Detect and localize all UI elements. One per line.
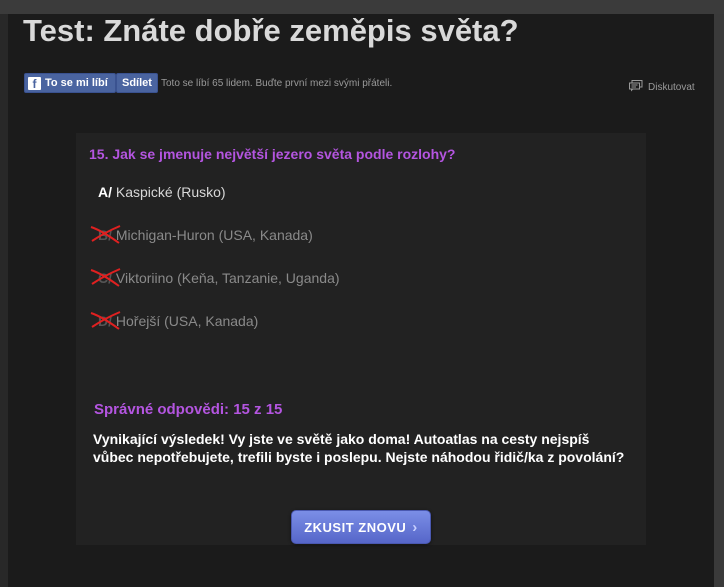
answer-text: Hořejší (USA, Kanada) [115,313,259,329]
answer-d[interactable]: D/ Hořejší (USA, Kanada) [90,311,259,330]
answer-c[interactable]: C/ Viktoriino (Keňa, Tanzanie, Uganda) [90,268,340,287]
answer-letter: D/ [90,311,121,330]
comment-icon [629,80,643,95]
facebook-like-count-text: Toto se líbí 65 lidem. Buďte první mezi … [161,78,393,89]
discuss-label: Diskutovat [648,82,695,93]
facebook-like-label: To se mi líbí [45,77,108,89]
answer-a[interactable]: A/ Kaspické (Rusko) [98,184,226,200]
answer-letter: B/ [90,225,121,244]
answer-text: Kaspické (Rusko) [115,184,226,200]
scrollbar[interactable] [714,14,724,587]
answer-text: Michigan-Huron (USA, Kanada) [115,227,313,243]
retry-button[interactable]: ZKUSIT ZNOVU › [291,510,431,544]
result-score: Správné odpovědi: 15 z 15 [94,401,283,418]
answer-letter: C/ [90,268,121,287]
discuss-link[interactable]: Diskutovat [629,80,695,95]
result-message: Vynikající výsledek! Vy jste ve světě ja… [93,431,625,465]
answer-text: Viktoriino (Keňa, Tanzanie, Uganda) [115,270,340,286]
retry-label: ZKUSIT ZNOVU [304,519,407,535]
answer-letter: A/ [98,184,112,200]
facebook-icon: f [28,76,41,91]
cross-mark-icon [90,225,121,244]
answer-b[interactable]: B/ Michigan-Huron (USA, Kanada) [90,225,313,244]
facebook-like-button[interactable]: f To se mi líbí [24,73,116,93]
cross-mark-icon [90,311,121,330]
chevron-right-icon: › [412,518,418,536]
page-title: Test: Znáte dobře zeměpis světa? [23,13,519,48]
question-text: 15. Jak se jmenuje největší jezero světa… [89,146,456,162]
facebook-share-button[interactable]: Sdílet [116,73,158,93]
top-strip [0,0,724,14]
cross-mark-icon [90,268,121,287]
